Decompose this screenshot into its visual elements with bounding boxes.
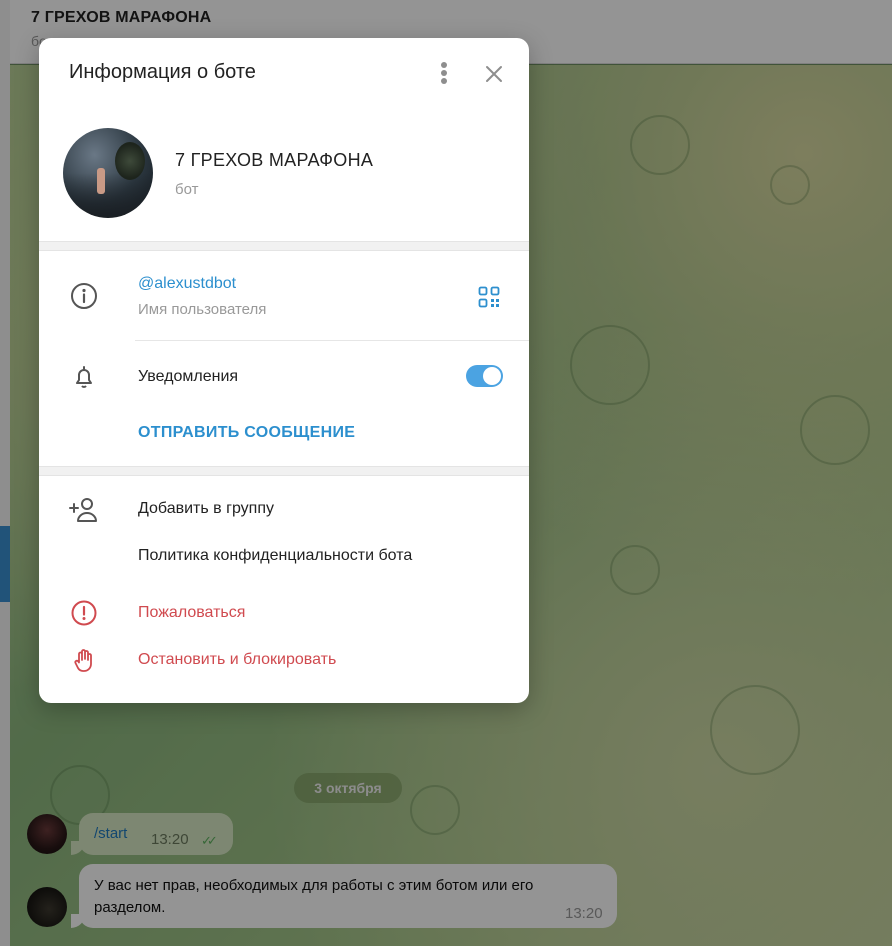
row-divider [135, 340, 529, 341]
bot-avatar-large[interactable] [63, 128, 153, 218]
username-label: Имя пользователя [138, 301, 267, 318]
section-divider [39, 241, 529, 251]
section-divider [39, 466, 529, 476]
stop-and-block-button[interactable]: Остановить и блокировать [138, 651, 336, 669]
privacy-policy-link[interactable]: Политика конфиденциальности бота [138, 547, 412, 565]
report-icon [69, 598, 99, 628]
qr-code-icon[interactable] [478, 286, 500, 308]
notifications-label: Уведомления [138, 368, 239, 385]
bot-info-dialog: Информация о боте 7 ГРЕХОВ МАРАФОНА бот … [39, 38, 529, 703]
bell-icon [69, 362, 99, 392]
dialog-title: Информация о боте [69, 61, 256, 83]
info-icon [69, 281, 99, 311]
add-to-group-button[interactable]: Добавить в группу [138, 500, 274, 518]
notifications-toggle[interactable] [466, 365, 503, 387]
send-message-button[interactable]: ОТПРАВИТЬ СООБЩЕНИЕ [138, 424, 355, 442]
bot-name: 7 ГРЕХОВ МАРАФОНА [175, 150, 374, 170]
close-icon[interactable] [480, 60, 508, 88]
add-user-icon [68, 495, 98, 525]
stop-hand-icon [69, 645, 99, 675]
bot-username[interactable]: @alexustdbot [138, 275, 236, 293]
bot-type-label: бот [175, 181, 199, 198]
report-button[interactable]: Пожаловаться [138, 604, 245, 622]
more-options-icon[interactable] [432, 60, 456, 86]
